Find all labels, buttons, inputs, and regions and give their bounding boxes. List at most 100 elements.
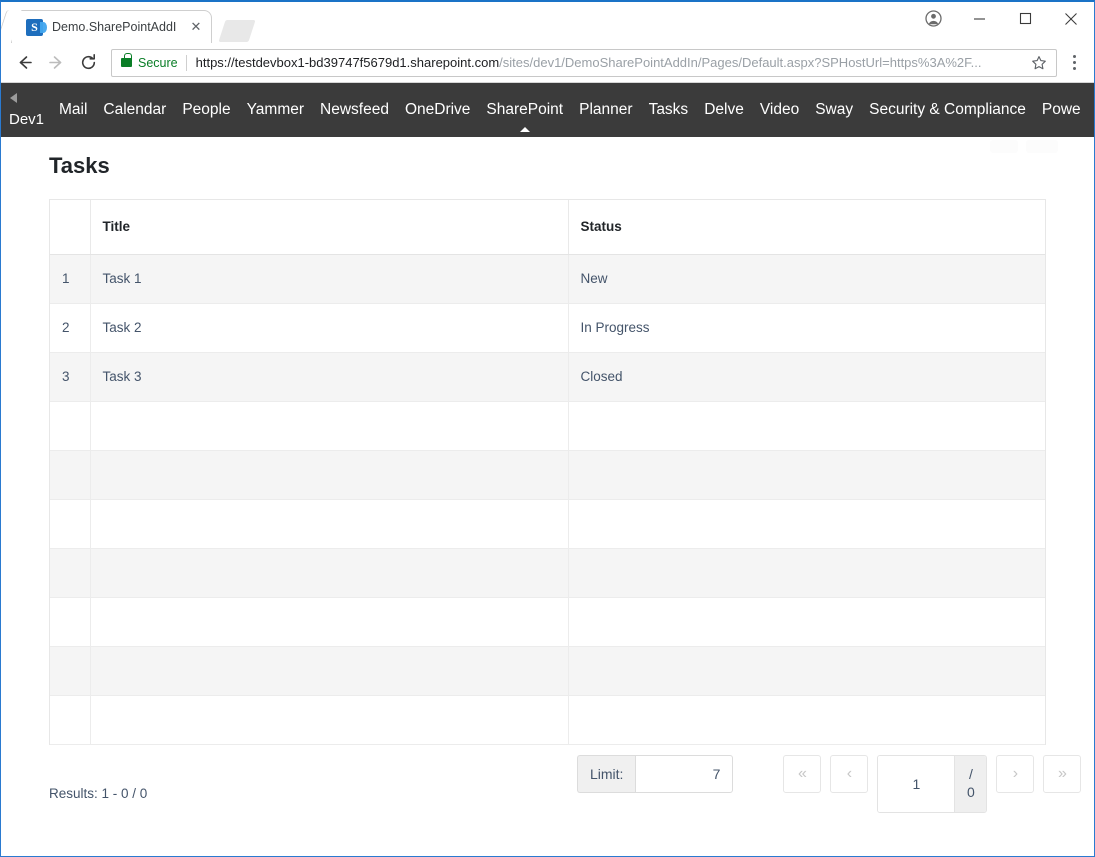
url-path: /sites/dev1/DemoSharePointAddIn/Pages/De… bbox=[499, 55, 982, 70]
cell-index bbox=[50, 548, 91, 598]
bookmark-star-icon[interactable] bbox=[1028, 52, 1050, 74]
suite-link-tasks[interactable]: Tasks bbox=[649, 101, 689, 119]
sharepoint-favicon-icon: S bbox=[26, 18, 47, 36]
cell-status: In Progress bbox=[568, 303, 1045, 353]
cell-status bbox=[568, 450, 1045, 500]
browser-menu-icon[interactable] bbox=[1061, 49, 1087, 77]
cell-title bbox=[90, 450, 569, 500]
suite-link-video[interactable]: Video bbox=[760, 101, 799, 119]
tasks-table-container: Title Status 1 Task 1 New 2 Task 2 In Pr… bbox=[49, 199, 1046, 745]
cell-status bbox=[568, 548, 1045, 598]
cell-index bbox=[50, 450, 91, 500]
page-number-group: / 0 bbox=[877, 754, 988, 813]
first-page-button[interactable]: « bbox=[783, 754, 822, 793]
url-host: https://testdevbox1-bd39747f5679d1.share… bbox=[195, 55, 500, 70]
page-number-input[interactable] bbox=[878, 755, 955, 812]
limit-input-group: Limit: bbox=[577, 754, 734, 793]
office-suite-bar: Dev1 Mail Calendar People Yammer Newsfee… bbox=[1, 83, 1094, 137]
table-footer: Results: 1 - 0 / 0 Limit: « ‹ / bbox=[49, 745, 1082, 825]
table-row[interactable] bbox=[50, 548, 1045, 598]
browser-window: S Demo.SharePointAddIn ✕ Secure https://… bbox=[0, 0, 1095, 857]
table-body: 1 Task 1 New 2 Task 2 In Progress 3 Task… bbox=[50, 254, 1045, 745]
table-header-row: Title Status bbox=[50, 200, 1045, 255]
results-count-label: Results: 1 - 0 / 0 bbox=[49, 786, 148, 801]
next-page-button[interactable]: › bbox=[996, 754, 1035, 793]
column-header-title[interactable]: Title bbox=[90, 200, 569, 255]
window-controls bbox=[910, 2, 1094, 35]
table-row[interactable]: 3 Task 3 Closed bbox=[50, 352, 1045, 402]
limit-input[interactable] bbox=[635, 754, 734, 793]
suite-link-yammer[interactable]: Yammer bbox=[247, 101, 304, 119]
suite-link-planner[interactable]: Planner bbox=[579, 101, 632, 119]
table-row[interactable] bbox=[50, 499, 1045, 549]
total-pages-value: 0 bbox=[967, 783, 975, 800]
security-status-label: Secure bbox=[138, 55, 178, 70]
close-tab-icon[interactable]: ✕ bbox=[187, 18, 205, 36]
page-viewport: Dev1 Mail Calendar People Yammer Newsfee… bbox=[1, 83, 1094, 853]
cell-title bbox=[90, 548, 569, 598]
page-navigation: « ‹ / 0 › » bbox=[783, 754, 1090, 813]
placeholder-action-2[interactable] bbox=[1026, 140, 1058, 153]
cell-index: 2 bbox=[50, 303, 91, 353]
site-name-label[interactable]: Dev1 bbox=[9, 111, 44, 128]
table-row[interactable]: 1 Task 1 New bbox=[50, 254, 1045, 304]
minimize-button[interactable] bbox=[956, 3, 1002, 34]
address-bar[interactable]: Secure https://testdevbox1-bd39747f5679d… bbox=[111, 48, 1057, 77]
browser-tab[interactable]: S Demo.SharePointAddIn ✕ bbox=[11, 10, 212, 43]
suite-link-sharepoint[interactable]: SharePoint bbox=[486, 101, 563, 132]
suite-link-people[interactable]: People bbox=[182, 101, 230, 119]
reload-button-icon[interactable] bbox=[73, 48, 103, 78]
suite-link-delve[interactable]: Delve bbox=[704, 101, 744, 119]
cell-status: Closed bbox=[568, 352, 1045, 402]
cell-title bbox=[90, 695, 569, 745]
cell-index bbox=[50, 401, 91, 451]
table-row[interactable]: 2 Task 2 In Progress bbox=[50, 303, 1045, 353]
browser-toolbar: Secure https://testdevbox1-bd39747f5679d… bbox=[1, 43, 1094, 83]
new-tab-button[interactable] bbox=[218, 20, 256, 42]
url-text: https://testdevbox1-bd39747f5679d1.share… bbox=[196, 55, 1022, 70]
previous-page-button[interactable]: ‹ bbox=[830, 754, 869, 793]
table-row[interactable] bbox=[50, 450, 1045, 500]
cell-status bbox=[568, 597, 1045, 647]
table-row[interactable] bbox=[50, 695, 1045, 745]
placeholder-action-1[interactable] bbox=[990, 140, 1018, 153]
profile-icon[interactable] bbox=[910, 3, 956, 34]
close-window-button[interactable] bbox=[1048, 3, 1094, 34]
suite-link-security-compliance[interactable]: Security & Compliance bbox=[869, 101, 1026, 119]
table-header: Title Status bbox=[50, 200, 1045, 255]
app-content: Tasks Title Status 1 Task 1 New 2 Task 2… bbox=[1, 137, 1094, 825]
table-row[interactable] bbox=[50, 646, 1045, 696]
column-header-status[interactable]: Status bbox=[568, 200, 1045, 255]
cell-index bbox=[50, 646, 91, 696]
cell-status bbox=[568, 401, 1045, 451]
page-title: Tasks bbox=[49, 153, 110, 178]
suite-link-onedrive[interactable]: OneDrive bbox=[405, 101, 470, 119]
forward-button-icon[interactable] bbox=[41, 48, 71, 78]
suite-link-mail[interactable]: Mail bbox=[59, 101, 87, 119]
toolbar-placeholder-actions bbox=[990, 140, 1058, 153]
table-row[interactable] bbox=[50, 597, 1045, 647]
cell-title bbox=[90, 646, 569, 696]
suite-link-newsfeed[interactable]: Newsfeed bbox=[320, 101, 389, 119]
limit-label: Limit: bbox=[577, 754, 636, 793]
cell-index bbox=[50, 499, 91, 549]
cell-status bbox=[568, 695, 1045, 745]
back-button-icon[interactable] bbox=[9, 48, 39, 78]
table-row[interactable] bbox=[50, 401, 1045, 451]
suite-link-power-bi[interactable]: Powe bbox=[1042, 101, 1081, 119]
tab-strip: S Demo.SharePointAddIn ✕ bbox=[1, 2, 1094, 43]
cell-status bbox=[568, 499, 1045, 549]
pagination-controls: Limit: « ‹ / 0 › bbox=[577, 754, 1090, 813]
cell-status: New bbox=[568, 254, 1045, 304]
suite-link-sway[interactable]: Sway bbox=[815, 101, 853, 119]
cell-index: 1 bbox=[50, 254, 91, 304]
maximize-button[interactable] bbox=[1002, 3, 1048, 34]
cell-title bbox=[90, 597, 569, 647]
back-arrow-icon[interactable] bbox=[10, 93, 17, 103]
column-header-index[interactable] bbox=[50, 200, 91, 255]
cell-title bbox=[90, 401, 569, 451]
suite-link-calendar[interactable]: Calendar bbox=[103, 101, 166, 119]
last-page-button[interactable]: » bbox=[1043, 754, 1082, 793]
cell-title: Task 2 bbox=[90, 303, 569, 353]
cell-title: Task 3 bbox=[90, 352, 569, 402]
